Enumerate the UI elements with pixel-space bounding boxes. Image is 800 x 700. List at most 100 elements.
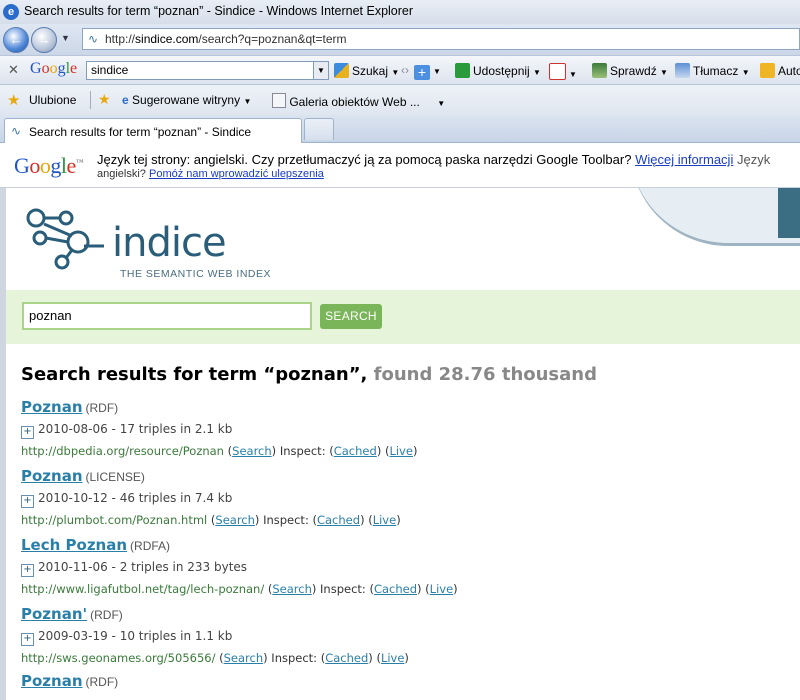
google-toolbar: ✕ Google sindice ▼ Szukaj ▼ ‹› + ▼ Udostęp… [0,55,800,85]
result-title-link[interactable]: Lech Poznan [21,536,127,554]
favorites-star-icon[interactable]: ★ [7,91,20,109]
more-info-link[interactable]: Więcej informacji [635,152,733,167]
live-link[interactable]: Live [373,513,396,527]
tab-label: Search results for term “poznan” - Sindi… [29,125,252,139]
results-count: found 28.76 thousand [373,364,597,385]
header-decoration-bar [778,188,800,238]
suggested-sites-link[interactable]: e Sugerowane witryny ▼ [122,93,251,107]
live-link[interactable]: Live [389,444,412,458]
expand-plus-icon[interactable]: + [21,495,34,508]
result-type: (RDF) [85,401,119,415]
result-url: http://plumbot.com/Poznan.html [21,513,208,527]
search-band: poznan SEARCH [6,290,800,344]
ie-page-icon: e [122,93,129,107]
translate-help: angielski? Pomóż nam wprowadzić ulepszen… [97,168,324,180]
search-link[interactable]: Search [272,582,312,596]
window-title: Search results for term “poznan” - Sindi… [24,4,414,18]
tab-bar: ∿ Search results for term “poznan” - Sin… [0,115,800,143]
pencil-icon [760,63,775,78]
site-favicon-icon: ∿ [87,32,99,46]
cached-link[interactable]: Cached [374,582,417,596]
address-row: ← → ▼ ∿ http://sindice.com/search?q=pozn… [0,24,800,55]
chevron-down-icon[interactable]: ▼ [313,62,328,79]
search-button[interactable]: SEARCH [320,304,382,329]
result-url: http://dbpedia.org/resource/Poznan [21,444,224,458]
help-improve-link[interactable]: Pomóż nam wprowadzić ulepszenia [149,168,324,180]
result-title-link[interactable]: Poznan [21,467,83,485]
favorites-button[interactable]: Ulubione [29,93,76,107]
popup-blocker-button[interactable]: ▼ [549,63,577,80]
result-meta: 2010-08-06 - 17 triples in 2.1 kb [38,422,233,436]
result-item: Lech Poznan (RDFA) +2010-11-06 - 2 triple… [21,536,458,596]
translate-message: Język tej strony: angielski. Czy przetłu… [97,152,771,167]
new-tab-button[interactable] [304,118,334,140]
header-decoration [630,188,800,246]
share-icon [455,63,470,78]
live-link[interactable]: Live [381,651,404,665]
expand-plus-icon[interactable]: + [21,633,34,646]
google-logo: Google™ [14,153,84,178]
result-url: http://www.ligafutbol.net/tag/lech-pozna… [21,582,265,596]
web-slice-gallery-link[interactable]: Galeria obiektów Web ... ▼ [272,93,445,109]
sindice-logo-text: indice [112,220,227,266]
live-link[interactable]: Live [430,582,453,596]
close-toolbar-icon[interactable]: ✕ [8,62,19,78]
result-type: (RDFA) [130,539,171,553]
search-input[interactable]: poznan [22,302,312,330]
result-meta: 2009-03-19 - 10 triples in 1.1 kb [38,629,233,643]
search-icon [334,63,349,78]
spellcheck-icon [592,63,607,78]
result-item: Poznan (LICENSE) +2010-10-12 - 46 triples… [21,467,401,527]
result-type: (RDF) [85,675,119,689]
cached-link[interactable]: Cached [334,444,377,458]
tlumacz-button[interactable]: Tłumacz ▼ [675,63,750,78]
plus-icon: + [414,65,430,80]
result-url: http://sws.geonames.org/505656/ [21,651,216,665]
search-link[interactable]: Search [232,444,272,458]
result-item: Poznan' (RDF) +2009-03-19 - 10 triples in… [21,605,409,665]
google-logo: Google [30,60,78,77]
expand-plus-icon[interactable]: + [21,426,34,439]
search-link[interactable]: Search [224,651,264,665]
sprawdz-button[interactable]: Sprawdź ▼ [592,63,668,78]
sindice-logo-icon [26,208,104,270]
cached-link[interactable]: Cached [317,513,360,527]
cached-link[interactable]: Cached [325,651,368,665]
forward-arrow-icon[interactable]: → [31,27,57,53]
result-meta: 2010-11-06 - 2 triples in 233 bytes [38,560,248,574]
ie-logo-icon: e [3,4,19,20]
result-title-link[interactable]: Poznan [21,672,83,690]
results-title: Search results for term “poznan”, found … [21,364,597,385]
sindice-logo[interactable]: indice THE SEMANTIC WEB INDEX [20,206,271,280]
expand-plus-icon[interactable]: + [21,564,34,577]
udostepnij-button[interactable]: Udostępnij ▼ [455,63,541,78]
popup-blocker-icon [549,63,566,80]
autofill-button[interactable]: Auto [760,63,800,78]
szukaj-button[interactable]: Szukaj ▼ [334,63,399,78]
result-type: (LICENSE) [85,470,145,484]
history-dropdown-icon[interactable]: ▼ [61,33,70,43]
result-meta: 2010-10-12 - 46 triples in 7.4 kb [38,491,233,505]
sindice-tagline: THE SEMANTIC WEB INDEX [120,268,272,280]
result-type: (RDF) [90,608,123,622]
page-icon [272,93,286,108]
google-search-input[interactable]: sindice ▼ [86,61,329,80]
favorites-bar: ★ Ulubione ★ e Sugerowane witryny ▼ Gale… [0,85,800,115]
page-content: indice THE SEMANTIC WEB INDEX poznan SEA… [0,188,800,700]
translate-icon [675,63,690,78]
site-favicon-icon: ∿ [11,124,22,138]
separator-arrows: ‹› [401,63,409,77]
address-bar[interactable]: ∿ http://sindice.com/search?q=poznan&qt=… [82,28,800,50]
address-url[interactable]: http://sindice.com/search?q=poznan&qt=te… [105,32,347,46]
add-favorite-icon[interactable]: ★ [98,91,111,108]
tab-sindice[interactable]: ∿ Search results for term “poznan” - Sin… [4,118,302,143]
result-item: Poznan (RDF) +2010-08-06 - 17 triples in … [21,398,418,458]
result-item: Poznan(RDF) + [21,672,118,700]
plus-button[interactable]: + ▼ [414,63,441,80]
back-arrow-icon[interactable]: ← [3,27,29,53]
result-title-link[interactable]: Poznan [21,398,83,416]
result-title-link[interactable]: Poznan' [21,605,87,623]
window-title-bar: e Search results for term “poznan” - Sin… [0,0,800,24]
search-link[interactable]: Search [215,513,255,527]
translate-bar: Google™ Język tej strony: angielski. Czy… [0,143,800,188]
